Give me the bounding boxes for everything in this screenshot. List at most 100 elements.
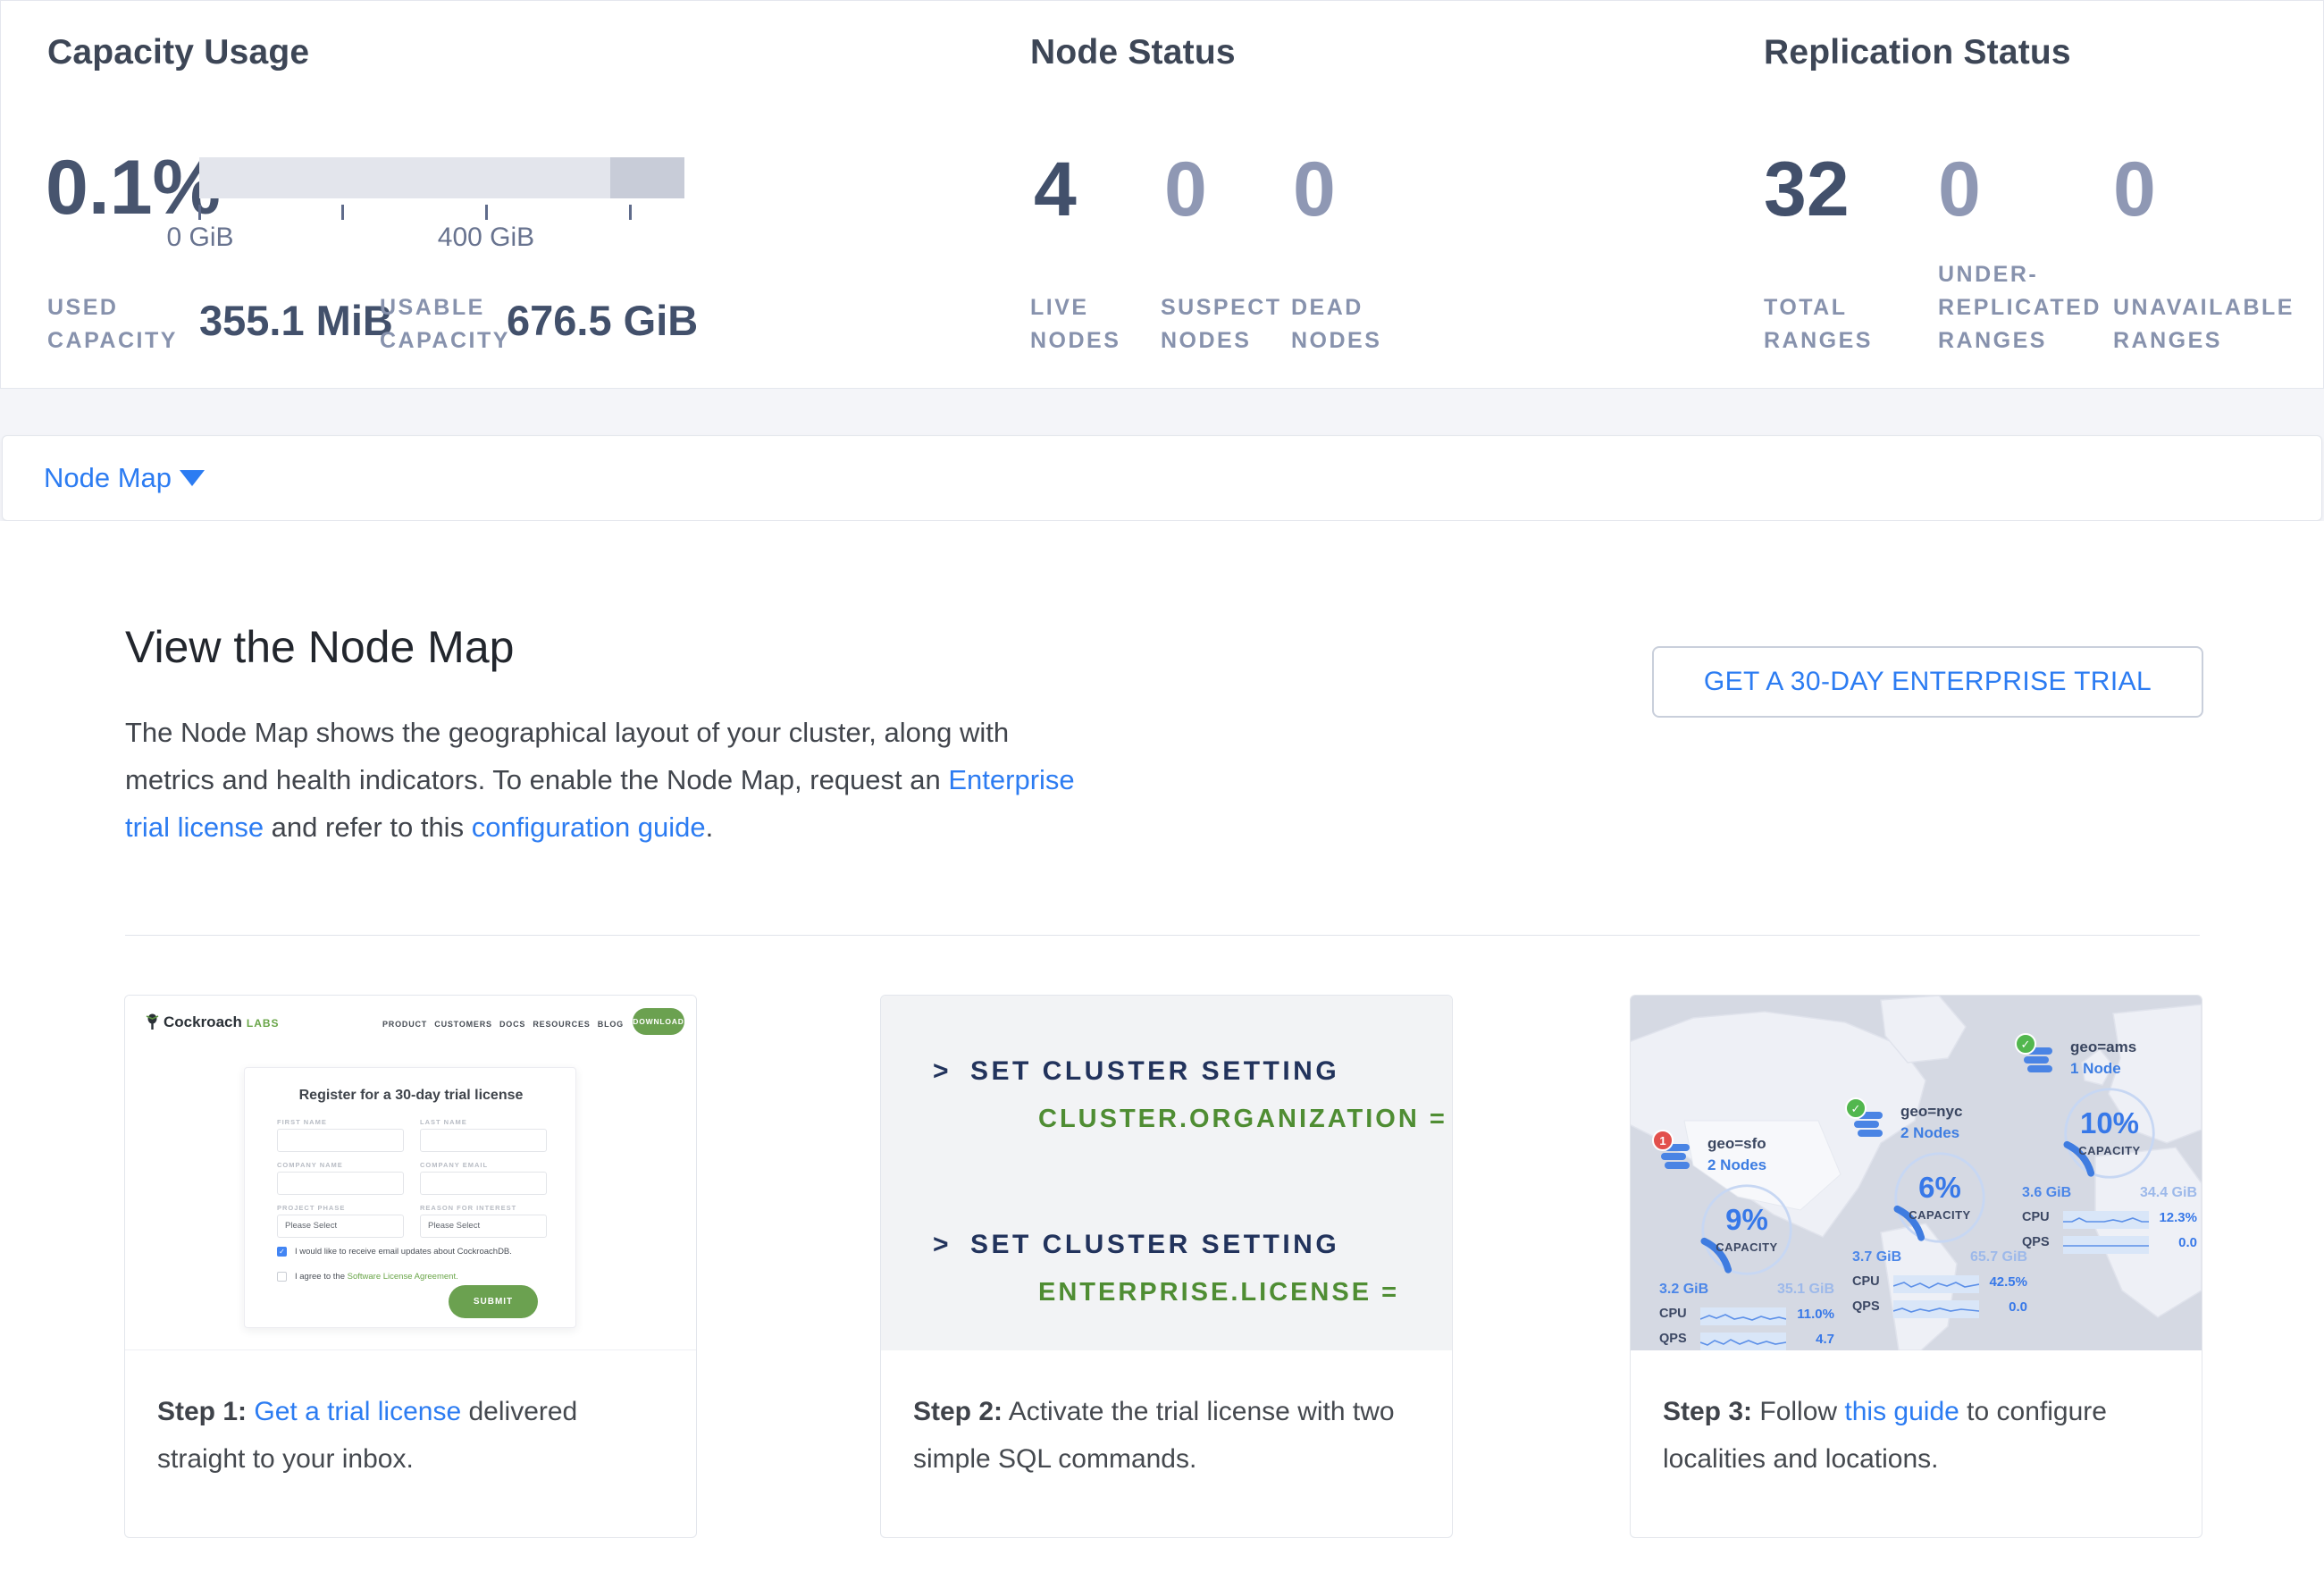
step3-caption: Step 3: Follow this guide to configure l… <box>1631 1350 2202 1537</box>
under-replicated-ranges-label: UNDER-REPLICATED RANGES <box>1938 258 2130 357</box>
nav-item-product[interactable]: PRODUCT <box>382 1020 427 1029</box>
company-email-field[interactable] <box>420 1172 547 1195</box>
enterprise-trial-license-link[interactable]: trial license <box>125 811 264 843</box>
sql-command-2: SET CLUSTER SETTING <box>970 1230 1339 1260</box>
qps-value: 0.0 <box>2009 1299 2027 1315</box>
healthy-badge-icon: ✓ <box>1845 1097 1867 1119</box>
locality-name: geo=ams <box>2070 1038 2136 1056</box>
capacity-percent: 9% <box>1697 1203 1797 1237</box>
nav-item-resources[interactable]: RESOURCES <box>533 1020 590 1029</box>
license-agreement-checkbox[interactable] <box>277 1272 287 1282</box>
sql-arg-1: CLUSTER.ORGANIZATION = <box>1038 1105 1447 1134</box>
unavailable-ranges-count: 0 <box>2113 146 2156 234</box>
capacity-axis-label-mid: 400 GiB <box>437 223 535 253</box>
node-map-preview: 1 geo=sfo 2 Nodes 9% CAPACITY 3.2 GiB35.… <box>1631 996 2202 1350</box>
capacity-percent: 6% <box>1890 1171 1990 1205</box>
cpu-row: CPU 11.0% <box>1659 1307 1834 1326</box>
capacity-caption: CAPACITY <box>1697 1240 1797 1254</box>
nav-item-docs[interactable]: DOCS <box>499 1020 525 1029</box>
first-name-field[interactable] <box>277 1129 404 1152</box>
software-license-agreement-link[interactable]: Software License Agreement. <box>348 1272 458 1282</box>
capacity-axis-tick <box>629 205 632 220</box>
used-gib: 3.7 GiB <box>1852 1249 1901 1265</box>
step2-caption: Step 2: Activate the trial license with … <box>881 1350 1452 1537</box>
qps-label: QPS <box>1852 1299 1880 1314</box>
get-enterprise-trial-button[interactable]: GET A 30-DAY ENTERPRISE TRIAL <box>1652 646 2203 718</box>
total-ranges-label: TOTAL RANGES <box>1764 291 1898 357</box>
license-agreement-text: I agree to the Software License Agreemen… <box>295 1272 458 1282</box>
get-trial-license-link[interactable]: Get a trial license <box>254 1397 461 1426</box>
locality-node-count: 2 Nodes <box>1900 1124 1959 1142</box>
step1-prefix: Step 1: <box>157 1397 247 1426</box>
total-gib: 35.1 GiB <box>1777 1282 1834 1298</box>
this-guide-link[interactable]: this guide <box>1844 1397 1959 1426</box>
company-name-field[interactable] <box>277 1172 404 1195</box>
chevron-down-icon[interactable] <box>180 470 205 486</box>
dead-nodes-label: DEAD NODES <box>1291 291 1407 357</box>
mini-site-nav: PRODUCT CUSTOMERS DOCS RESOURCES BLOG <box>382 1020 624 1029</box>
nav-item-blog[interactable]: BLOG <box>598 1020 624 1029</box>
submit-button[interactable]: SUBMIT <box>449 1285 538 1318</box>
configuration-guide-link[interactable]: configuration guide <box>472 811 706 843</box>
sql-command-1: SET CLUSTER SETTING <box>970 1056 1339 1087</box>
download-button[interactable]: DOWNLOAD <box>633 1008 684 1035</box>
capacity-values: 3.7 GiB65.7 GiB <box>1852 1249 2027 1265</box>
usable-capacity-label: USABLE CAPACITY <box>380 291 509 357</box>
live-nodes-count: 4 <box>1034 146 1077 234</box>
locality-name: geo=nyc <box>1900 1103 1962 1121</box>
capacity-used-percent: 0.1% <box>46 144 221 232</box>
section-divider <box>125 935 2200 936</box>
description-line1: The Node Map shows the geographical layo… <box>125 717 1009 748</box>
cpu-value: 11.0% <box>1797 1307 1834 1322</box>
license-agreement-pre: I agree to the <box>295 1272 348 1282</box>
capacity-gauge: 9% CAPACITY <box>1697 1180 1797 1280</box>
qps-sparkline <box>2063 1236 2149 1254</box>
sql-arg-2: ENTERPRISE.LICENSE = <box>1038 1278 1399 1307</box>
qps-row: QPS 0.0 <box>2022 1235 2197 1255</box>
used-gib: 3.6 GiB <box>2022 1185 2071 1201</box>
suspect-nodes-count: 0 <box>1164 146 1207 234</box>
brand-suffix: LABS <box>247 1017 280 1030</box>
step3-pre: Follow <box>1752 1397 1844 1426</box>
node-map-description: The Node Map shows the geographical layo… <box>125 709 1126 851</box>
used-capacity-label: USED CAPACITY <box>47 291 190 357</box>
step1-card: Cockroach LABS PRODUCT CUSTOMERS DOCS RES… <box>124 995 697 1538</box>
qps-sparkline <box>1700 1333 1786 1350</box>
capacity-usage-title: Capacity Usage <box>47 33 309 72</box>
project-phase-select[interactable]: Please Select <box>277 1215 404 1238</box>
healthy-badge-icon: ✓ <box>2015 1033 2036 1055</box>
qps-label: QPS <box>2022 1235 2050 1249</box>
sql-commands-panel: > SET CLUSTER SETTING CLUSTER.ORGANIZATI… <box>881 996 1452 1350</box>
cpu-sparkline <box>2063 1211 2149 1229</box>
live-nodes-label: LIVE NODES <box>1030 291 1146 357</box>
cpu-sparkline <box>1893 1275 1979 1293</box>
last-name-field[interactable] <box>420 1129 547 1152</box>
capacity-caption: CAPACITY <box>1890 1208 1990 1222</box>
suspect-nodes-label: SUSPECT NODES <box>1161 291 1299 357</box>
under-replicated-ranges-count: 0 <box>1938 146 1981 234</box>
enterprise-trial-license-link[interactable]: Enterprise <box>948 764 1074 795</box>
node-map-dropdown[interactable]: Node Map <box>44 436 172 520</box>
capacity-gauge: 10% CAPACITY <box>2060 1083 2160 1183</box>
capacity-caption: CAPACITY <box>2060 1144 2160 1157</box>
qps-value: 4.7 <box>1816 1332 1834 1347</box>
unavailable-ranges-label: UNAVAILABLE RANGES <box>2113 291 2296 357</box>
email-updates-text: I would like to receive email updates ab… <box>295 1247 512 1257</box>
step2-prefix: Step 2: <box>913 1397 1003 1426</box>
reason-for-interest-select[interactable]: Please Select <box>420 1215 547 1238</box>
brand-name: Cockroach <box>164 1013 242 1030</box>
company-email-label: COMPANY EMAIL <box>420 1161 488 1169</box>
description-end: . <box>706 811 714 843</box>
qps-row: QPS 4.7 <box>1659 1332 1834 1351</box>
qps-sparkline <box>1893 1300 1979 1318</box>
capacity-bar-reserved-segment <box>610 157 684 198</box>
cpu-row: CPU 12.3% <box>2022 1210 2197 1230</box>
step3-card: 1 geo=sfo 2 Nodes 9% CAPACITY 3.2 GiB35.… <box>1630 995 2202 1538</box>
cpu-value: 12.3% <box>2159 1210 2197 1225</box>
used-gib: 3.2 GiB <box>1659 1282 1708 1298</box>
capacity-axis-tick <box>198 205 201 220</box>
locality-node-count: 1 Node <box>2070 1060 2121 1078</box>
email-updates-checkbox[interactable]: ✓ <box>277 1247 287 1257</box>
nav-item-customers[interactable]: CUSTOMERS <box>434 1020 492 1029</box>
capacity-values: 3.2 GiB 35.1 GiB <box>1659 1282 1834 1298</box>
